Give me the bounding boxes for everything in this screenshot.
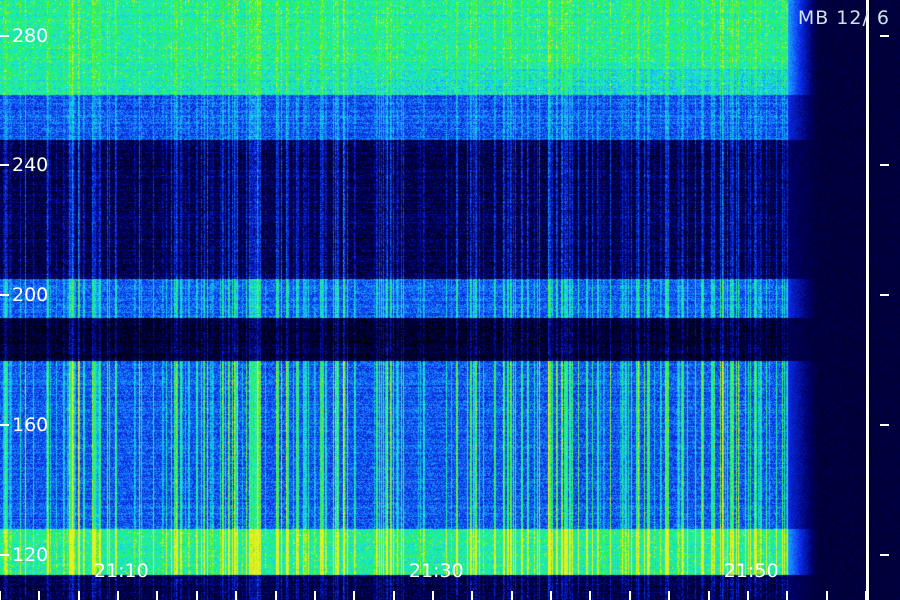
x-tick [274, 591, 277, 600]
y-tick-right [880, 423, 889, 426]
y-tick-label: 160 [12, 413, 49, 436]
x-tick [786, 591, 789, 600]
x-tick [550, 591, 553, 600]
x-tick [668, 591, 671, 600]
x-tick-label: 21:50 [723, 560, 779, 582]
x-tick [865, 591, 867, 600]
x-tick [38, 591, 41, 600]
x-tick-label: 21:10 [93, 560, 149, 582]
x-tick [432, 591, 434, 600]
y-tick-left [0, 553, 9, 556]
x-tick [707, 591, 710, 600]
y-tick-right [880, 164, 889, 167]
x-tick [0, 591, 1, 600]
y-tick-label: 240 [12, 154, 49, 177]
right-axis-line [866, 0, 869, 600]
x-tick [510, 591, 513, 600]
y-tick-left [0, 294, 9, 297]
x-tick [471, 591, 474, 600]
y-tick-left [0, 164, 9, 167]
date-label: MB 12/ 6 [797, 7, 890, 29]
x-tick-label: 21:30 [408, 560, 464, 582]
x-tick [313, 591, 316, 600]
y-tick-left [0, 34, 9, 37]
x-tick [392, 591, 395, 600]
y-tick-left [0, 423, 9, 426]
y-tick-label: 200 [12, 284, 49, 307]
x-tick [589, 591, 592, 600]
x-tick [746, 591, 749, 600]
x-tick [235, 591, 238, 600]
x-tick [353, 591, 356, 600]
x-tick [156, 591, 159, 600]
y-tick-label: 280 [12, 24, 49, 47]
x-tick [825, 591, 828, 600]
x-tick [77, 591, 80, 600]
y-tick-right [880, 294, 889, 297]
y-tick-right [880, 34, 889, 37]
y-tick-label: 120 [12, 543, 49, 566]
y-tick-right [880, 553, 889, 556]
x-tick [117, 591, 120, 600]
x-tick [628, 591, 631, 600]
spectrogram-heatmap [0, 0, 900, 600]
x-tick [195, 591, 198, 600]
